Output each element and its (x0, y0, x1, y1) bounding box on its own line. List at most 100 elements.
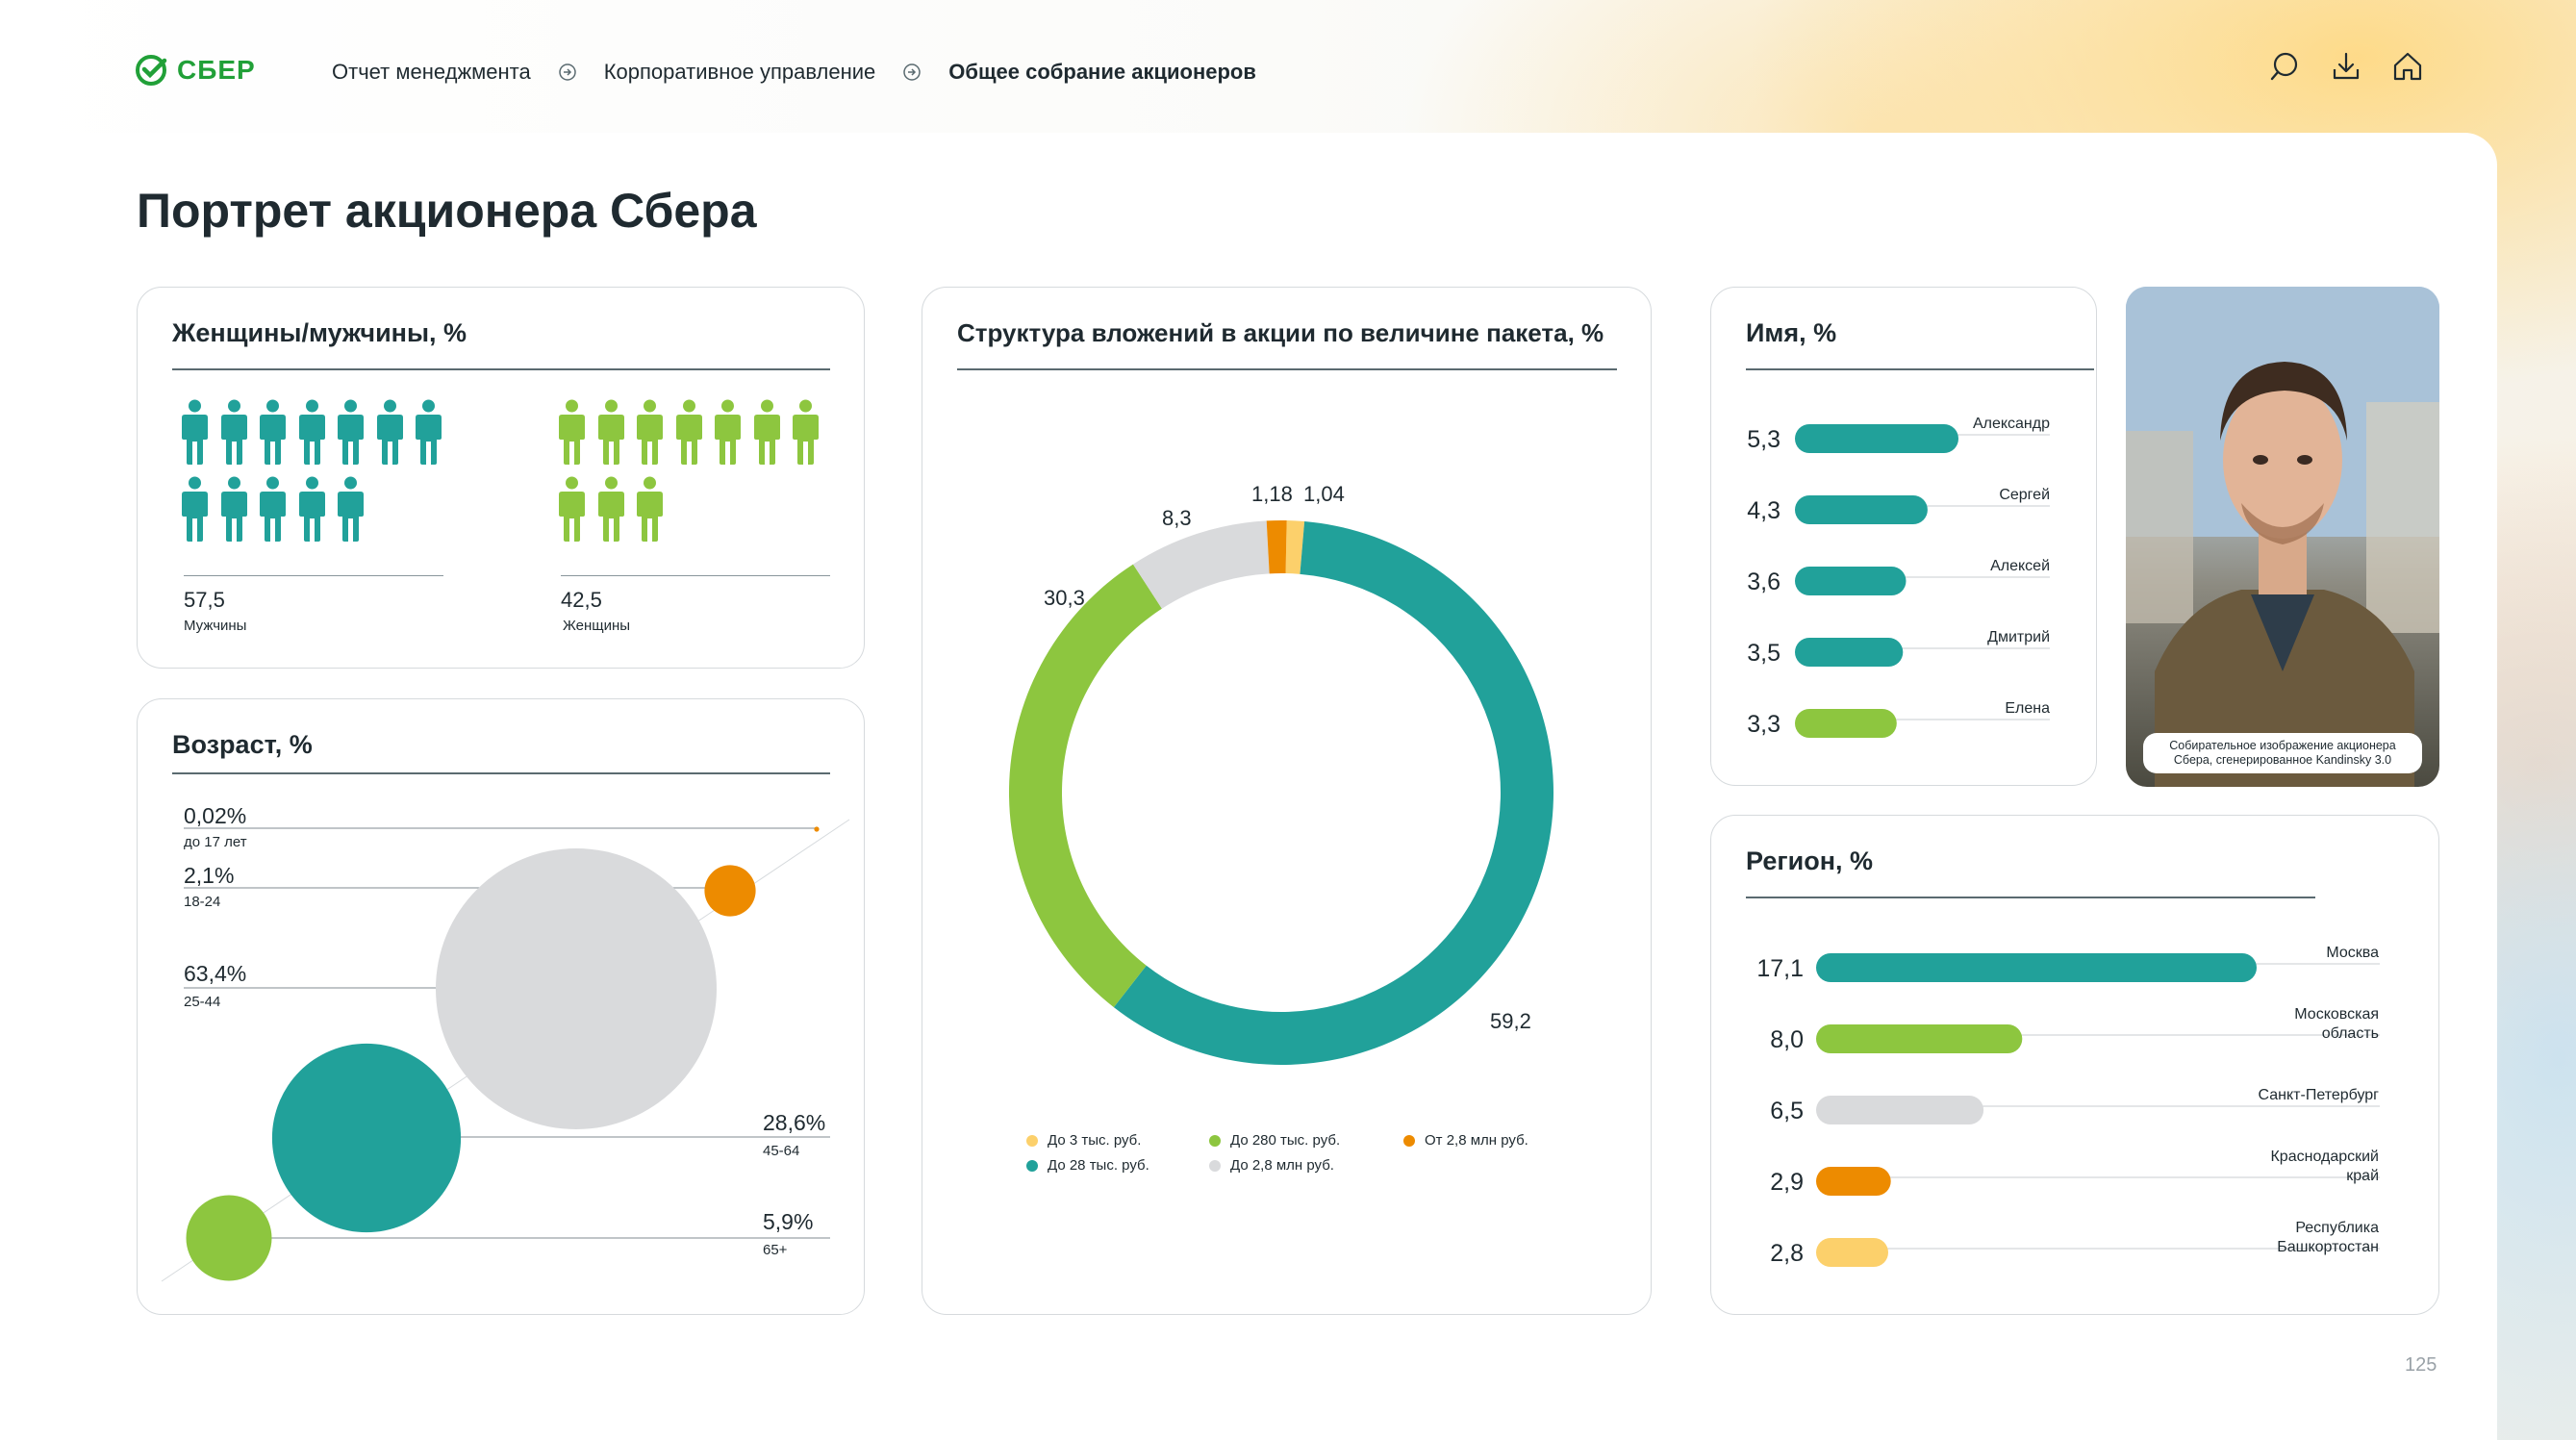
person-icon (182, 399, 208, 469)
bar (1795, 424, 1958, 453)
person-icon (597, 476, 624, 546)
person-icon (182, 476, 208, 546)
donut-value-label: 1,18 (1251, 482, 1293, 506)
bar-category-label: Санкт-Петербург (2259, 1087, 2380, 1103)
age-value-under-17: 0,02% (184, 803, 247, 828)
breadcrumb-item[interactable]: Отчет менеджмента (332, 60, 531, 85)
bar-category-label: Елена (2005, 700, 2050, 717)
age-bubble (436, 848, 717, 1129)
bar (1816, 1167, 1891, 1196)
legend-dot (1026, 1159, 1038, 1172)
legend-item: От 2,8 млн руб. (1403, 1132, 1528, 1149)
names-bar-chart: 5,3 Александр 4,3 Сергей 3,6 Алексей 3,5 Дмитри… (1747, 416, 2050, 738)
legend-item: До 280 тыс. руб. (1209, 1132, 1340, 1149)
bar-category-label: Сергей (1999, 487, 2050, 503)
bar-category-label: Башкортостан (2277, 1239, 2379, 1255)
legend-label: До 280 тыс. руб. (1230, 1132, 1341, 1149)
person-icon (260, 399, 286, 469)
person-icon (715, 399, 741, 469)
bar (1816, 953, 2257, 982)
legend-label: От 2,8 млн руб. (1425, 1132, 1528, 1149)
bar-value-label: 2,8 (1770, 1240, 1804, 1267)
bar-category-label: Александр (1973, 416, 2050, 432)
breadcrumb-item-current[interactable]: Общее собрание акционеров (948, 60, 1256, 85)
divider (561, 575, 830, 577)
divider (172, 368, 830, 370)
women-value: 42,5 (561, 588, 602, 612)
bar-category-label: Алексей (1990, 558, 2050, 574)
age-value-45-64: 28,6% (763, 1110, 826, 1135)
bar-value-label: 6,5 (1770, 1098, 1804, 1124)
bar-value-label: 3,3 (1747, 711, 1780, 738)
bar-category-label: область (2322, 1025, 2379, 1042)
donut-slice (1009, 564, 1162, 1008)
age-bubble (271, 1043, 462, 1233)
bar (1795, 567, 1907, 595)
men-value: 57,5 (184, 588, 225, 612)
divider (184, 575, 443, 577)
sber-logo-icon (136, 55, 167, 86)
donut-legend: До 3 тыс. руб. До 28 тыс. руб. До 280 тыс.… (1026, 1132, 1623, 1190)
person-icon (637, 476, 663, 546)
bar-category-label: Республика (2295, 1220, 2379, 1236)
bar-category-label: Краснодарский (2270, 1149, 2379, 1165)
download-icon[interactable] (2330, 50, 2362, 83)
bar-value-label: 8,0 (1770, 1026, 1804, 1053)
person-icon (793, 399, 819, 469)
breadcrumb-item[interactable]: Корпоративное управление (604, 60, 876, 85)
region-bar-chart: 17,1 Москва 8,0 Московская область 6,5 Санкт-П… (1756, 945, 2380, 1267)
age-card: Возраст, % 0,02% до 17 лет 2,1% 18-24 63… (137, 698, 865, 1315)
portrait-caption: Собирательное изображение акционера Сбер… (2143, 733, 2422, 773)
page-number: 125 (2405, 1354, 2437, 1376)
region-card: Регион, % 17,1 Москва 8,0 Московская область… (1710, 815, 2439, 1315)
age-label-65-plus: 65+ (763, 1242, 788, 1258)
age-label-18-24: 18-24 (184, 894, 221, 910)
women-label: Женщины (563, 618, 631, 634)
age-bubble (814, 826, 820, 832)
legend-dot (1403, 1134, 1415, 1147)
arrow-right-icon (558, 63, 577, 82)
donut-value-label: 30,3 (1044, 586, 1085, 610)
legend-item: До 2,8 млн руб. (1209, 1157, 1334, 1174)
home-icon[interactable] (2391, 50, 2424, 83)
search-icon[interactable] (2268, 50, 2301, 83)
person-icon (298, 476, 325, 546)
age-label-under-17: до 17 лет (184, 834, 247, 850)
bar-category-label: Дмитрий (1987, 629, 2050, 645)
bar-value-label: 3,5 (1747, 640, 1780, 667)
legend-dot (1026, 1134, 1038, 1147)
legend-item: До 3 тыс. руб. (1026, 1132, 1141, 1149)
arrow-right-icon (902, 63, 922, 82)
person-icon (220, 399, 247, 469)
legend-label: До 28 тыс. руб. (1048, 1157, 1149, 1174)
donut-slice (1266, 520, 1287, 574)
women-icons (559, 399, 847, 553)
gender-card: Женщины/мужчины, % 57,5 Мужчины 42,5 Жен… (137, 287, 865, 669)
person-icon (597, 399, 624, 469)
bar (1816, 1096, 1984, 1124)
names-card: Имя, % 5,3 Александр 4,3 Сергей 3,6 Алексей 3,… (1710, 287, 2097, 786)
person-icon (338, 399, 364, 469)
sber-logo[interactable]: СБЕР (135, 54, 256, 87)
portrait-image (2126, 287, 2439, 787)
bar-value-label: 4,3 (1747, 497, 1780, 524)
men-icons (182, 399, 470, 553)
shareholder-portrait: Собирательное изображение акционера Сбер… (2126, 287, 2439, 787)
age-label-25-44: 25-44 (184, 994, 221, 1010)
donut-slice (1113, 521, 1553, 1065)
donut-value-label: 8,3 (1162, 506, 1192, 530)
age-value-18-24: 2,1% (184, 863, 235, 888)
age-bubble (186, 1195, 272, 1281)
men-label: Мужчины (184, 618, 247, 634)
structure-card: Структура вложений в акции по величине п… (922, 287, 1652, 1315)
bar (1795, 709, 1897, 738)
legend-dot (1209, 1134, 1221, 1147)
person-icon (559, 399, 585, 469)
bar (1816, 1024, 2023, 1053)
bar-value-label: 3,6 (1747, 568, 1780, 595)
gender-card-title: Женщины/мужчины, % (172, 318, 467, 347)
bar-category-label: Москва (2326, 945, 2379, 961)
bar-category-label: край (2346, 1168, 2379, 1184)
person-icon (637, 399, 663, 469)
person-icon (753, 399, 780, 469)
